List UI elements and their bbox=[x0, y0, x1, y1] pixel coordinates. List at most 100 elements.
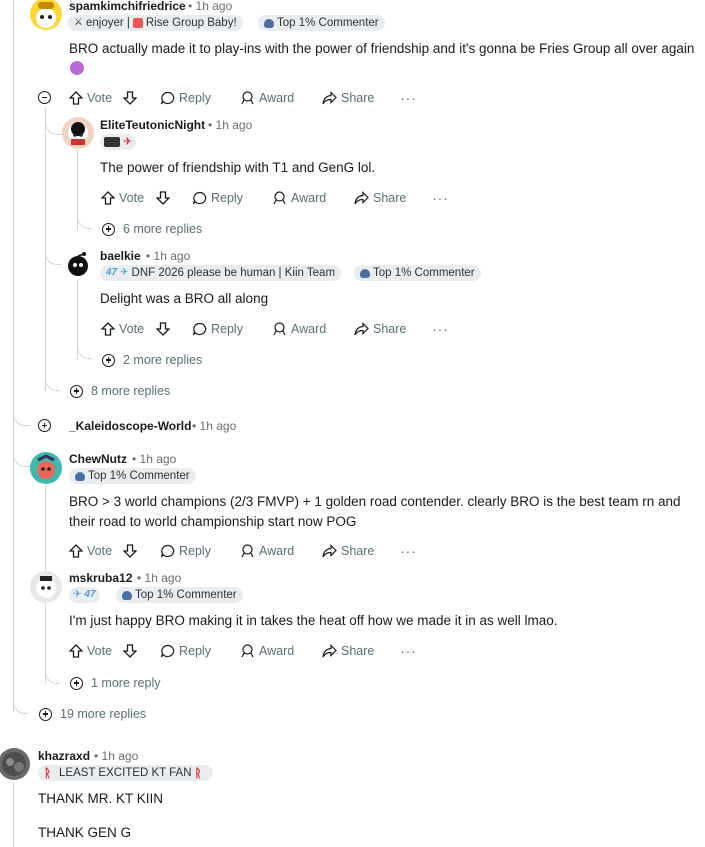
reply-button[interactable]: Reply bbox=[192, 188, 243, 208]
plus-circle-icon bbox=[102, 222, 115, 236]
avatar[interactable] bbox=[62, 117, 94, 149]
upvote-icon bbox=[69, 91, 83, 105]
reply-button[interactable]: Reply bbox=[160, 641, 211, 661]
thread-elbow bbox=[45, 238, 62, 265]
downvote-icon bbox=[156, 191, 170, 205]
thread-elbow bbox=[13, 693, 28, 714]
downvote-button[interactable] bbox=[123, 541, 137, 561]
avatar[interactable] bbox=[62, 248, 94, 280]
reply-button[interactable]: Reply bbox=[160, 541, 211, 561]
plus-circle-icon bbox=[39, 707, 52, 721]
user-flair: 47 ✈ DNF 2026 please be human | Kiin Tea… bbox=[100, 265, 342, 281]
award-button[interactable]: Award bbox=[272, 188, 326, 208]
award-button[interactable]: Award bbox=[240, 641, 294, 661]
upvote-button[interactable]: Vote bbox=[69, 641, 112, 661]
thread-line bbox=[13, 782, 14, 847]
username[interactable]: mskruba12 bbox=[69, 571, 132, 585]
comment-body: The power of friendship with T1 and GenG… bbox=[100, 160, 376, 175]
more-replies-button[interactable]: 6 more replies bbox=[102, 222, 202, 236]
share-icon bbox=[322, 91, 337, 105]
thread-elbow bbox=[45, 663, 60, 684]
comment-body: Delight was a BRO all along bbox=[100, 291, 269, 306]
upvote-icon bbox=[69, 544, 83, 558]
username[interactable]: baelkie bbox=[100, 249, 141, 263]
username[interactable]: khazraxd bbox=[38, 749, 90, 763]
team-logo-icon: 47 bbox=[84, 589, 96, 600]
share-button[interactable]: Share bbox=[354, 319, 406, 339]
thread-line bbox=[13, 0, 14, 712]
top-commenter-badge: Top 1% Commenter bbox=[116, 587, 243, 603]
more-options-button[interactable]: ··· bbox=[400, 88, 417, 108]
reply-icon bbox=[192, 191, 207, 205]
share-icon bbox=[354, 191, 369, 205]
downvote-button[interactable] bbox=[156, 188, 170, 208]
more-replies-button[interactable]: 1 more reply bbox=[70, 676, 160, 690]
downvote-icon bbox=[156, 322, 170, 336]
user-flair: ⚔ enjoyer | Rise Group Baby! bbox=[68, 15, 243, 31]
award-button[interactable]: Award bbox=[240, 88, 294, 108]
more-options-button[interactable]: ··· bbox=[432, 188, 449, 208]
thread-elbow bbox=[45, 370, 60, 391]
reply-button[interactable]: Reply bbox=[160, 88, 211, 108]
reply-icon bbox=[160, 544, 175, 558]
share-button[interactable]: Share bbox=[354, 188, 406, 208]
more-replies-button[interactable]: 2 more replies bbox=[102, 353, 202, 367]
username[interactable]: EliteTeutonicNight bbox=[100, 118, 205, 132]
share-button[interactable]: Share bbox=[322, 541, 374, 561]
timestamp: • 1h ago bbox=[132, 452, 177, 466]
share-button[interactable]: Share bbox=[322, 641, 374, 661]
share-icon bbox=[354, 322, 369, 336]
upvote-icon bbox=[101, 322, 115, 336]
award-button[interactable]: Award bbox=[272, 319, 326, 339]
username[interactable]: _Kaleidoscope-World bbox=[69, 419, 191, 433]
upvote-button[interactable]: Vote bbox=[69, 88, 112, 108]
share-icon bbox=[322, 544, 337, 558]
plus-circle-icon bbox=[70, 676, 83, 690]
comment-body: THANK MR. KT KIIN bbox=[38, 791, 164, 806]
username[interactable]: spamkimchifriedrice bbox=[69, 0, 186, 13]
shield-icon bbox=[122, 590, 132, 600]
timestamp: • 1h ago bbox=[94, 749, 139, 763]
more-replies-button[interactable]: 8 more replies bbox=[70, 384, 170, 398]
user-flair: ✈ bbox=[100, 134, 137, 150]
comment-body: BRO actually made it to play-ins with th… bbox=[69, 41, 695, 56]
upvote-button[interactable]: Vote bbox=[69, 541, 112, 561]
comment-body: I'm just happy BRO making it in takes th… bbox=[69, 613, 558, 628]
thread-elbow bbox=[45, 108, 62, 135]
shield-icon bbox=[360, 268, 370, 278]
more-options-button[interactable]: ··· bbox=[432, 319, 449, 339]
avatar[interactable] bbox=[30, 0, 62, 30]
award-button[interactable]: Award bbox=[240, 541, 294, 561]
username[interactable]: ChewNutz bbox=[69, 452, 127, 466]
award-icon bbox=[241, 544, 254, 558]
reply-icon bbox=[160, 644, 175, 658]
timestamp: • 1h ago bbox=[137, 571, 182, 585]
avatar[interactable] bbox=[0, 748, 30, 780]
thread-elbow bbox=[13, 440, 30, 467]
top-commenter-badge: Top 1% Commenter bbox=[69, 468, 196, 484]
share-button[interactable]: Share bbox=[322, 88, 374, 108]
upvote-button[interactable]: Vote bbox=[101, 188, 144, 208]
timestamp: • 1h ago bbox=[192, 419, 237, 433]
more-options-button[interactable]: ··· bbox=[400, 541, 417, 561]
reply-icon bbox=[192, 322, 207, 336]
more-options-button[interactable]: ··· bbox=[400, 641, 417, 661]
kt-logo-icon: ᚱ bbox=[44, 766, 52, 780]
shield-icon bbox=[75, 471, 85, 481]
expand-button[interactable] bbox=[38, 419, 51, 432]
avatar[interactable] bbox=[30, 452, 62, 484]
minus-circle-icon bbox=[38, 91, 51, 104]
upvote-button[interactable]: Vote bbox=[101, 319, 144, 339]
collapse-button[interactable] bbox=[38, 91, 51, 104]
downvote-button[interactable] bbox=[123, 641, 137, 661]
avatar[interactable] bbox=[30, 571, 62, 603]
comment-body: BRO > 3 world champions (2/3 FMVP) + 1 g… bbox=[69, 494, 681, 529]
badge-icon bbox=[132, 18, 143, 28]
team-logo-icon: 47 bbox=[106, 267, 118, 278]
reply-button[interactable]: Reply bbox=[192, 319, 243, 339]
top-commenter-badge: Top 1% Commenter bbox=[354, 265, 481, 281]
downvote-button[interactable] bbox=[123, 88, 137, 108]
more-replies-button[interactable]: 19 more replies bbox=[39, 707, 146, 721]
timestamp: • 1h ago bbox=[146, 249, 191, 263]
downvote-button[interactable] bbox=[156, 319, 170, 339]
